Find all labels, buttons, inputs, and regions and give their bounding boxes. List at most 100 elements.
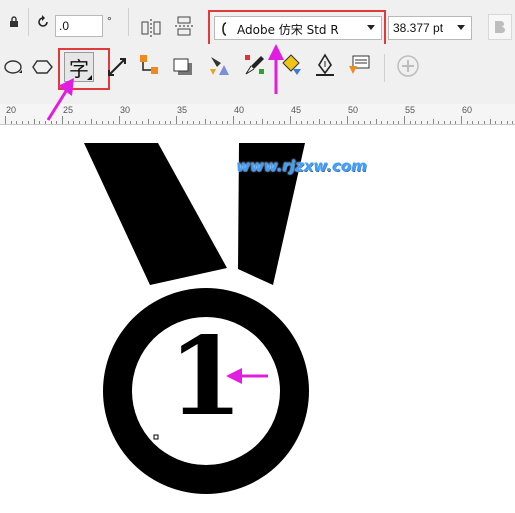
ruler-tick — [347, 116, 348, 124]
toolbar-gap — [0, 90, 515, 104]
ruler-tick — [335, 121, 337, 124]
medal-numeral-text[interactable]: 1 — [168, 323, 243, 431]
ruler-tick — [79, 121, 81, 124]
ruler-tick — [181, 121, 183, 124]
bold-icon — [495, 21, 505, 33]
ruler-tick — [495, 121, 497, 124]
ruler-tick — [386, 121, 388, 124]
ruler-tick — [352, 121, 354, 124]
ruler-tick — [512, 121, 514, 124]
font-size-value: 38.377 pt — [393, 21, 444, 35]
ruler-tick — [96, 121, 98, 124]
ruler-label: 60 — [462, 105, 473, 115]
interactive-fill-tool-icon[interactable] — [278, 52, 304, 78]
polygon-tool-icon[interactable] — [30, 54, 56, 80]
property-bar: .0 ° Adobe 仿宋 Std R 38.377 pt — [0, 0, 515, 46]
ruler-label: 45 — [291, 105, 302, 115]
ruler-tick — [290, 116, 291, 124]
ruler-tick — [472, 121, 474, 124]
mirror-vertical-icon[interactable] — [172, 13, 198, 39]
text-tool-highlight — [58, 48, 110, 90]
ruler-tick — [215, 121, 217, 124]
ruler-tick — [193, 121, 195, 124]
selection-node-handle[interactable] — [153, 434, 159, 440]
ruler-tick — [381, 121, 383, 124]
bold-button[interactable] — [488, 14, 512, 40]
ruler-label: 30 — [120, 105, 131, 115]
ruler-tick — [267, 121, 269, 124]
ruler-tick — [101, 121, 103, 124]
ruler-tick — [483, 121, 485, 124]
ruler-tick — [398, 121, 400, 124]
ruler-tick — [84, 121, 86, 124]
separator — [384, 54, 385, 82]
drawing-canvas[interactable]: 1 www.rjzxw.com — [0, 125, 515, 513]
ruler-tick — [221, 121, 223, 124]
ruler-tick — [130, 121, 132, 124]
ruler-tick — [250, 121, 252, 124]
watermark-text: www.rjzxw.com — [236, 157, 367, 175]
ruler-tick — [233, 116, 234, 124]
ruler-tick — [438, 121, 440, 124]
font-size-dropdown[interactable]: 38.377 pt — [388, 16, 472, 40]
separator — [28, 8, 29, 36]
ruler-tick — [312, 121, 314, 124]
ruler-tick — [421, 121, 423, 124]
ruler-tick — [307, 121, 309, 124]
transparency-tool-icon[interactable] — [206, 52, 232, 78]
ruler-tick — [56, 121, 58, 124]
ruler-tick — [107, 121, 109, 124]
ruler-tick — [141, 121, 143, 124]
horizontal-ruler[interactable]: 20 25 30 35 40 45 50 55 60 — [0, 104, 515, 125]
smart-fill-tool-icon[interactable] — [346, 52, 372, 78]
rotate-icon — [32, 11, 54, 33]
lock-icon[interactable] — [2, 10, 26, 34]
ruler-tick — [261, 119, 263, 124]
ruler-tick — [153, 121, 155, 124]
ruler-tick — [44, 121, 46, 124]
ruler-tick — [409, 121, 411, 124]
ruler-tick — [449, 121, 451, 124]
ruler-tick — [124, 121, 126, 124]
add-tool-icon[interactable] — [395, 53, 421, 79]
ruler-tick — [158, 121, 160, 124]
ruler-tick — [33, 119, 35, 124]
drop-shadow-tool-icon[interactable] — [170, 54, 196, 80]
ruler-tick — [73, 121, 75, 124]
ruler-tick — [461, 116, 462, 124]
ruler-tick — [119, 116, 120, 124]
ruler-tick — [466, 121, 468, 124]
ruler-tick — [506, 121, 508, 124]
ruler-tick — [301, 121, 303, 124]
ruler-tick — [22, 121, 24, 124]
ruler-tick — [278, 121, 280, 124]
ruler-label: 35 — [177, 105, 188, 115]
medal-drawing — [84, 143, 309, 494]
ruler-tick — [255, 121, 257, 124]
outline-pen-tool-icon[interactable] — [312, 52, 338, 78]
ellipse-tool-icon[interactable] — [0, 54, 26, 80]
ruler-tick — [62, 116, 63, 124]
rotation-angle-input[interactable]: .0 — [55, 15, 103, 37]
separator — [128, 8, 129, 36]
ruler-tick — [358, 121, 360, 124]
dimension-tool-icon[interactable] — [104, 54, 130, 80]
ruler-tick — [392, 121, 394, 124]
connector-tool-icon[interactable] — [136, 52, 162, 78]
ruler-tick — [5, 116, 6, 124]
mirror-horizontal-icon[interactable] — [138, 15, 164, 41]
degree-symbol: ° — [107, 14, 112, 28]
ruler-tick — [295, 121, 297, 124]
eyedropper-tool-icon[interactable] — [242, 52, 268, 78]
ruler-tick — [170, 121, 172, 124]
ruler-tick — [284, 121, 286, 124]
ruler-tick — [426, 121, 428, 124]
ruler-tick — [324, 121, 326, 124]
medal-ribbon-left[interactable] — [84, 143, 227, 285]
ruler-tick — [204, 119, 206, 124]
ruler-tick — [318, 119, 320, 124]
ruler-tick — [50, 121, 52, 124]
ruler-tick — [16, 121, 18, 124]
ruler-label: 50 — [348, 105, 359, 115]
ruler-tick — [272, 121, 274, 124]
